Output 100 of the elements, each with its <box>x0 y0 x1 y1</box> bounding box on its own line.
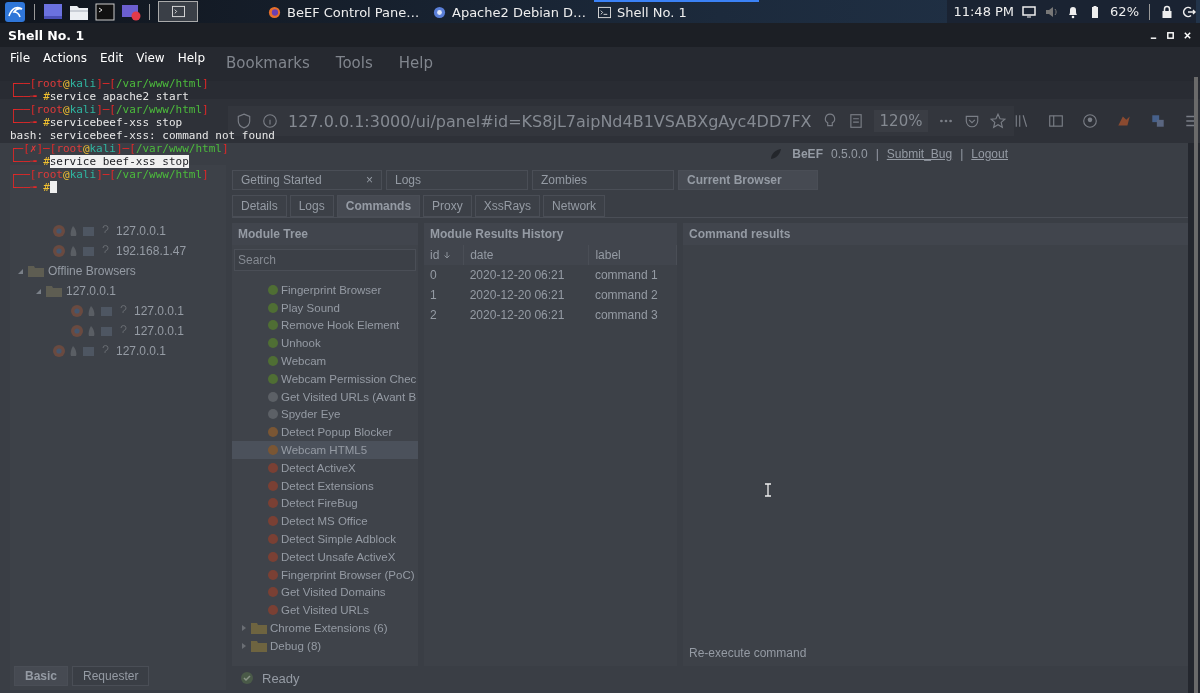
scrollbar[interactable] <box>1194 77 1198 693</box>
module-item[interactable]: Detect Popup Blocker <box>232 423 418 442</box>
module-label: Detect Unsafe ActiveX <box>281 550 396 563</box>
tree-label[interactable]: 127.0.0.1 <box>66 284 117 298</box>
module-item[interactable]: Remove Hook Element <box>232 316 418 335</box>
column-header[interactable]: date <box>463 245 589 265</box>
menu-item[interactable]: Help <box>177 51 206 65</box>
column-header[interactable]: id <box>424 245 464 265</box>
folder-item[interactable]: Debug (8) <box>232 636 418 655</box>
tab[interactable]: Network <box>543 195 606 217</box>
module-item[interactable]: Detect Unsafe ActiveX <box>232 547 418 566</box>
terminal-line: └──╼ #service apache2 start <box>10 90 189 103</box>
tree-label[interactable]: 127.0.0.1 <box>134 324 185 338</box>
module-label: Detect ActiveX <box>281 461 356 474</box>
module-item[interactable]: Get Visited URLs <box>232 601 418 620</box>
shield-icon <box>236 113 252 129</box>
module-label: Webcam Permission Chec <box>281 372 417 385</box>
close-icon[interactable] <box>1183 30 1192 40</box>
check-icon <box>240 671 254 685</box>
module-item[interactable]: Get Visited Domains <box>232 583 418 602</box>
tab[interactable]: Logs <box>289 195 334 217</box>
module-item[interactable]: Detect MS Office <box>232 512 418 531</box>
browser-icons-drawing <box>70 304 130 318</box>
tab[interactable]: Zombies <box>532 170 674 190</box>
menu-item[interactable]: File <box>10 51 31 65</box>
desktop-icon[interactable] <box>43 2 63 21</box>
expand-arrow-icon[interactable] <box>34 287 42 295</box>
terminal-icon[interactable] <box>95 2 115 21</box>
menu-item[interactable]: Edit <box>99 51 124 65</box>
clock[interactable]: 11:48 PM <box>953 4 1015 19</box>
maximize-icon[interactable] <box>1166 30 1175 40</box>
panel-tab[interactable]: Requester <box>72 666 150 686</box>
tree-label[interactable]: 127.0.0.1 <box>116 344 167 358</box>
module-item[interactable]: Detect ActiveX <box>232 458 418 477</box>
taskbar-item[interactable]: Apache2 Debian D… <box>429 0 594 23</box>
extension-icon[interactable] <box>1150 113 1167 129</box>
menu-item[interactable]: Tools <box>335 54 373 72</box>
tab[interactable]: Current Browser <box>678 170 818 190</box>
dragon-logo-icon[interactable] <box>4 1 26 22</box>
reader-view-icon[interactable] <box>847 113 864 129</box>
tab[interactable]: Getting Started × <box>232 170 382 190</box>
account-icon[interactable] <box>1082 113 1099 129</box>
zoom-level[interactable]: 120% <box>873 110 929 132</box>
screen-recorder-icon[interactable] <box>121 2 141 21</box>
terminal-line: ┌─[✗]─[root@kali]─[/var/www/html] <box>10 142 229 155</box>
module-item[interactable]: Fingerprint Browser (PoC) <box>232 565 418 584</box>
tree-label[interactable]: Offline Browsers <box>48 264 136 278</box>
panel-header: Command results <box>683 223 1188 245</box>
tree-label[interactable]: 127.0.0.1 <box>134 304 185 318</box>
lock-icon[interactable] <box>1160 4 1174 19</box>
module-item[interactable]: Fingerprint Browser <box>232 281 418 299</box>
menu-item[interactable]: Actions <box>43 51 87 65</box>
module-item[interactable]: Get Visited URLs (Avant B <box>232 387 418 406</box>
module-item[interactable]: Play Sound <box>232 298 418 317</box>
module-item[interactable]: Detect Extensions <box>232 476 418 495</box>
module-item[interactable]: Webcam <box>232 352 418 370</box>
display-icon[interactable] <box>1022 4 1037 19</box>
search-field[interactable]: Search <box>234 249 416 271</box>
expand-arrow-icon[interactable] <box>16 267 24 275</box>
tab[interactable]: Commands <box>336 195 421 217</box>
module-label: Webcam HTML5 <box>281 444 368 457</box>
menu-item[interactable]: Bookmarks <box>226 54 310 72</box>
tree-label[interactable]: 127.0.0.1 <box>116 224 167 238</box>
logout-icon[interactable] <box>1182 4 1196 19</box>
module-item[interactable]: Detect Simple Adblock <box>232 530 418 548</box>
module-item[interactable]: Webcam Permission Chec <box>232 370 418 388</box>
tab[interactable]: Logs <box>386 170 528 190</box>
tab[interactable]: Details <box>232 195 287 217</box>
menu-item[interactable]: Help <box>398 54 433 72</box>
terminal-icon <box>171 5 185 18</box>
tab[interactable]: Proxy <box>423 195 472 217</box>
module-label: Get Visited Domains <box>281 586 386 599</box>
volume-icon[interactable] <box>1044 4 1059 19</box>
terminal-line: └──╼ # <box>10 181 57 194</box>
table-cell: command 1 <box>588 265 677 285</box>
tab[interactable]: XssRays <box>474 195 541 217</box>
column-header[interactable]: label <box>588 245 677 265</box>
taskbar-item[interactable]: BeEF Control Pane… <box>264 0 429 23</box>
status-text: Ready <box>262 670 300 686</box>
i-beam-cursor-icon <box>764 483 772 497</box>
table-cell-text: command 2 <box>593 287 659 304</box>
terminal-line: ┌──[root@kali]─[/var/www/html] <box>10 168 209 181</box>
table-cell: 2020-12-20 06:21 <box>463 265 589 285</box>
panel-tab[interactable]: Basic <box>14 666 69 686</box>
header-link[interactable]: Submit_Bug <box>886 147 953 161</box>
header-link[interactable]: Logout <box>971 147 1008 161</box>
module-item[interactable]: Spyder Eye <box>232 405 418 424</box>
active-window-button[interactable] <box>158 1 198 22</box>
tree-label[interactable]: 192.168.1.47 <box>116 244 187 258</box>
re-execute-button[interactable]: Re-execute command <box>683 642 813 666</box>
module-item[interactable]: Detect FireBug <box>232 494 418 513</box>
table-cell-text: command 3 <box>593 307 659 324</box>
star-icon[interactable] <box>990 113 1007 129</box>
module-item[interactable]: Webcam HTML5 <box>232 441 418 459</box>
module-item[interactable]: Unhook <box>232 334 418 353</box>
folder-item[interactable]: Chrome Extensions (6) <box>232 619 418 637</box>
pocket-icon[interactable] <box>964 113 981 129</box>
menu-item[interactable]: View <box>136 51 165 65</box>
terminal-line: ┌──[root@kali]─[/var/www/html] <box>10 77 209 90</box>
sidebar-icon[interactable] <box>1048 113 1065 129</box>
